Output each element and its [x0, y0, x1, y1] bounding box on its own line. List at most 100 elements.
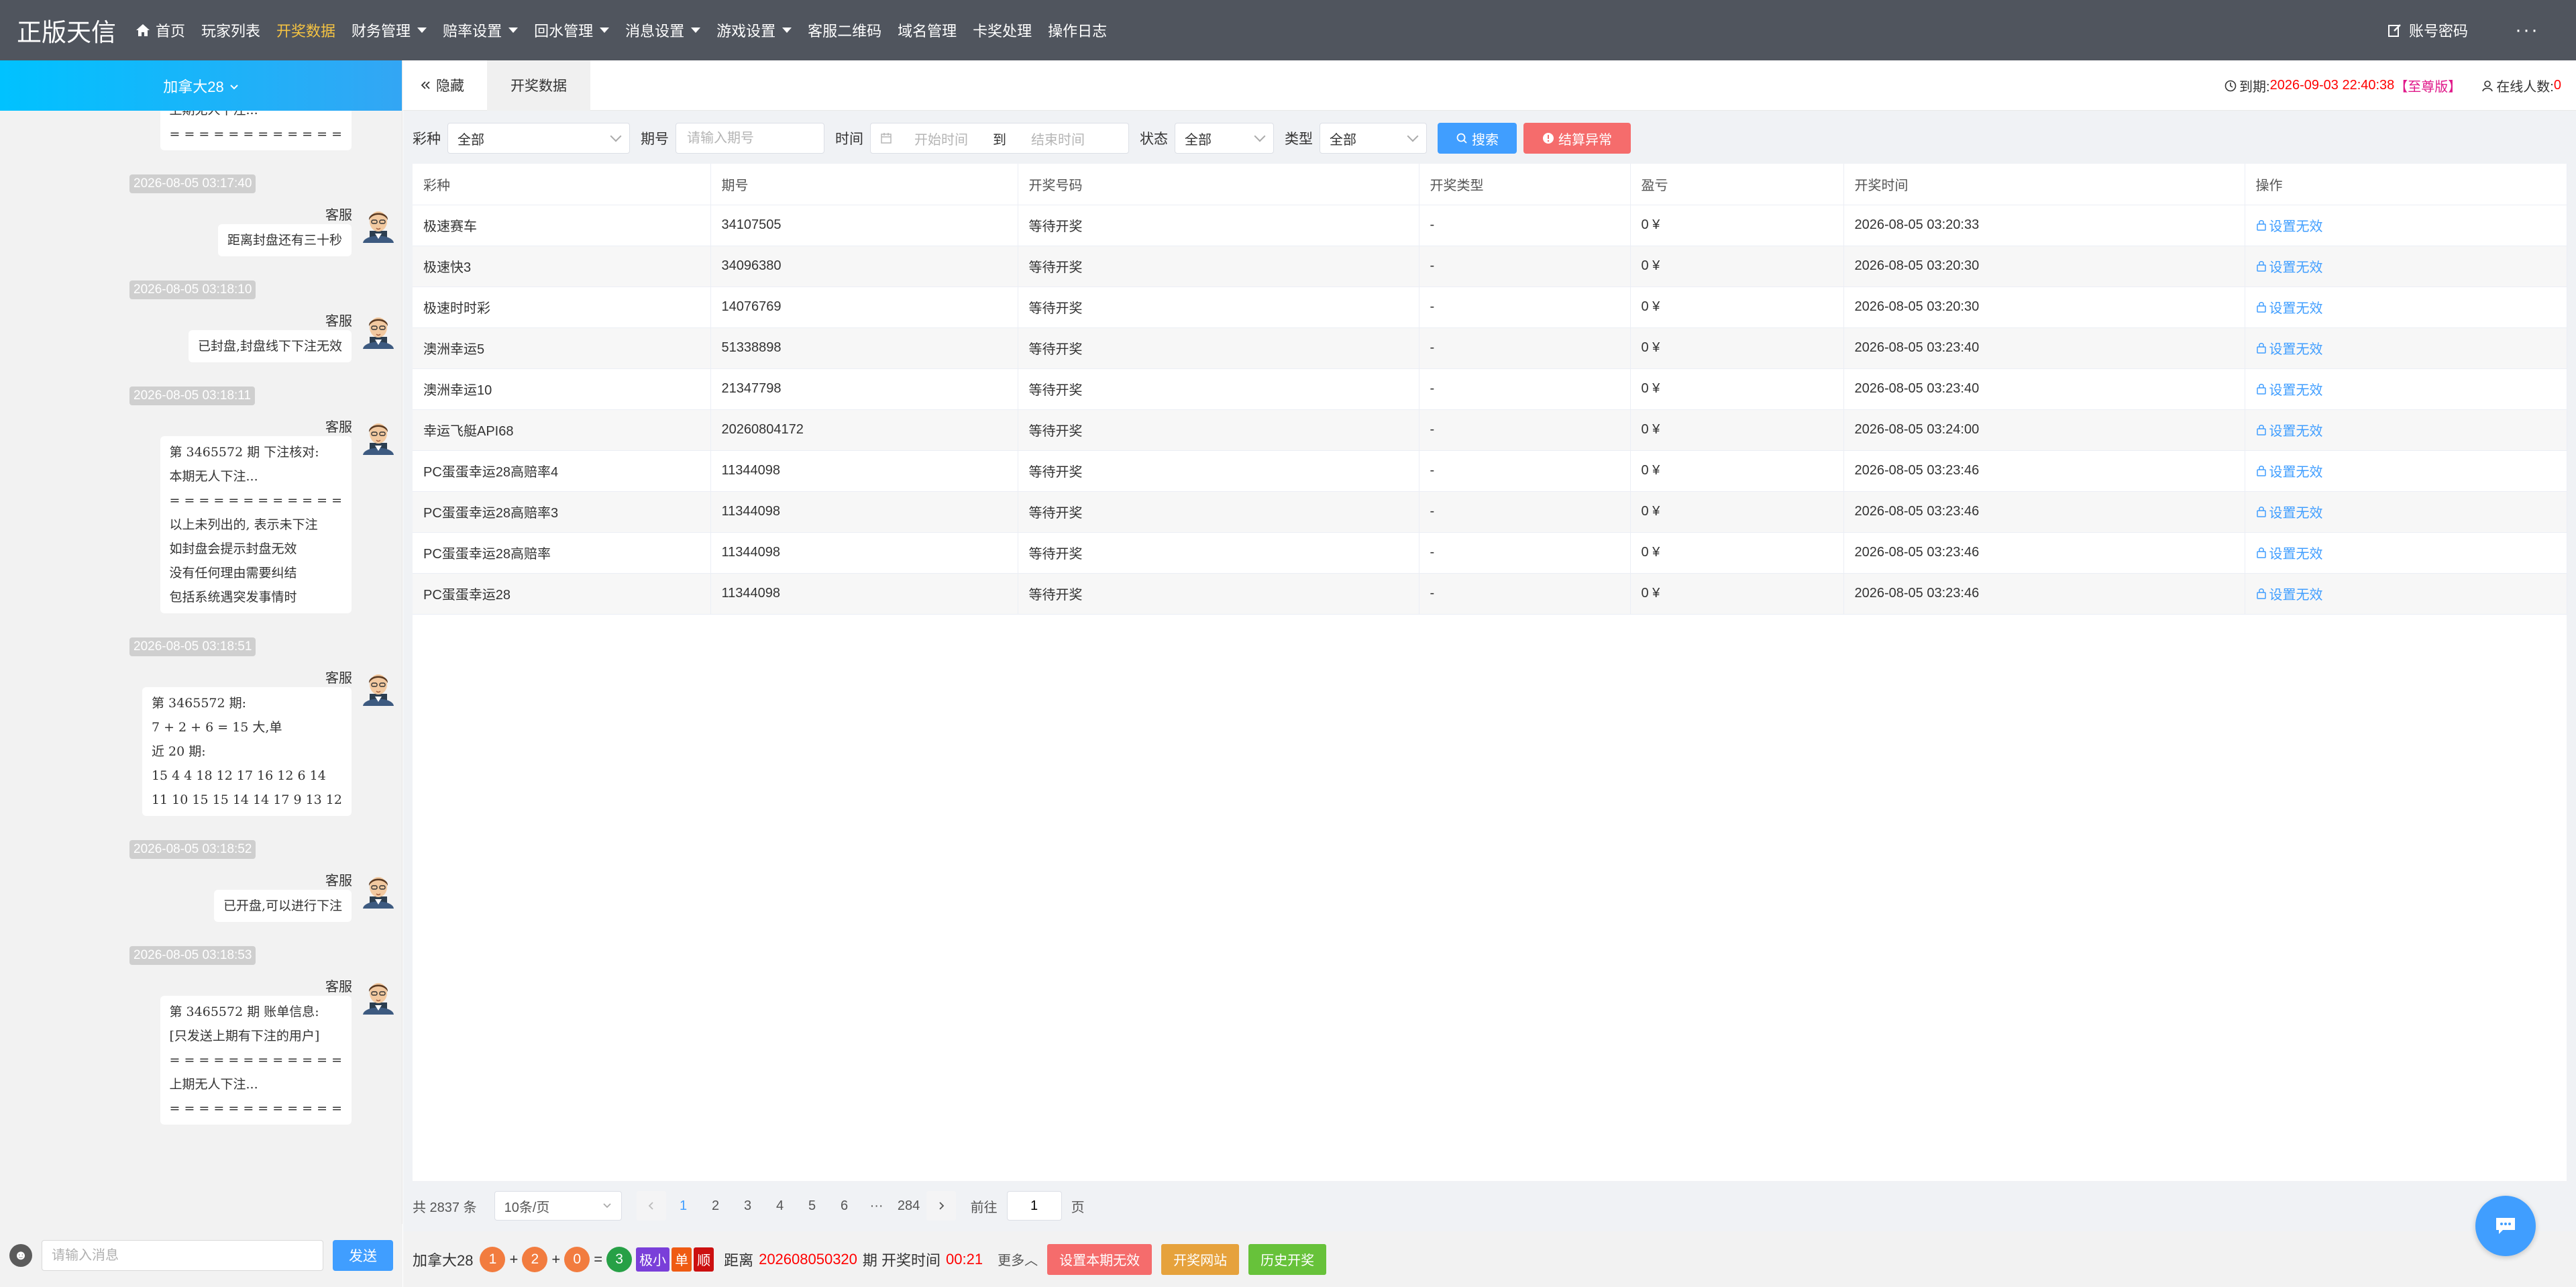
- chevron-down-icon: [229, 77, 239, 95]
- date-range-picker[interactable]: 开始时间 到 结束时间: [870, 123, 1129, 154]
- nav-item-finance[interactable]: 财务管理: [343, 0, 435, 60]
- state-select[interactable]: 全部: [1175, 123, 1274, 154]
- column-header[interactable]: 操作: [2245, 164, 2567, 205]
- page-number[interactable]: 4: [765, 1191, 795, 1221]
- history-draws-button[interactable]: 历史开奖: [1248, 1243, 1327, 1275]
- caret-down-icon: [417, 28, 427, 33]
- tab-draw-data[interactable]: 开奖数据: [487, 60, 590, 111]
- nav-item-label: 卡奖处理: [973, 23, 1032, 40]
- chat-sender-name: 客服: [325, 874, 352, 888]
- chat-bubble-line: 包括系统遇突发事情时: [169, 590, 297, 605]
- set-invalid-link[interactable]: 设置无效: [2256, 297, 2323, 317]
- nav-item-games[interactable]: 游戏设置: [708, 0, 800, 60]
- chat-message-list[interactable]: 上期无人下注... = = = = = = = = = = = = 2026-08-…: [0, 111, 402, 1225]
- emoji-icon[interactable]: ☻: [9, 1244, 32, 1267]
- column-header[interactable]: 开奖号码: [1018, 164, 1419, 205]
- nav-item-rebate[interactable]: 回水管理: [526, 0, 617, 60]
- chat-bubble-line: 没有任何理由需要纠结: [169, 566, 297, 580]
- end-time-input[interactable]: 结束时间: [1021, 129, 1095, 148]
- table-cell: 0 ¥: [1630, 573, 1844, 615]
- table-row: PC蛋蛋幸运28高赔率3 11344098 等待开奖 -0 ¥2026-08-05 0…: [413, 491, 2567, 533]
- search-button-label: 搜索: [1472, 132, 1499, 148]
- page-number[interactable]: 5: [798, 1191, 827, 1221]
- table-cell: 设置无效: [2245, 409, 2567, 451]
- nav-item-messages[interactable]: 消息设置: [617, 0, 708, 60]
- next-page-button[interactable]: [926, 1191, 956, 1221]
- account-password-link[interactable]: 账号密码: [2387, 19, 2468, 41]
- nav-item-home[interactable]: 首页: [127, 0, 193, 60]
- table-cell: 20260804172: [710, 409, 1018, 451]
- nav-item-domains[interactable]: 域名管理: [890, 0, 965, 60]
- chat-bubble-line: 以上未列出的, 表示未下注: [169, 517, 318, 532]
- chat-bubble-line: 15 4 4 18 12 17 16 12 6 14: [151, 768, 326, 783]
- table-row: 极速快3 34096380 等待开奖 -0 ¥2026-08-05 03:20:30 设…: [413, 246, 2567, 287]
- hide-sidebar-button[interactable]: 隐藏: [403, 60, 487, 111]
- set-invalid-link[interactable]: 设置无效: [2256, 256, 2323, 276]
- more-pages-ellipsis[interactable]: ···: [862, 1191, 892, 1221]
- nav-item-odds[interactable]: 赔率设置: [435, 0, 526, 60]
- avatar: [359, 204, 398, 243]
- nav-item-stuck-draws[interactable]: 卡奖处理: [965, 0, 1040, 60]
- avatar: [359, 416, 398, 455]
- period-input[interactable]: [676, 123, 824, 154]
- settlement-abnormal-button[interactable]: 结算异常: [1523, 123, 1631, 154]
- table-cell: 设置无效: [2245, 205, 2567, 246]
- table-cell: 等待开奖: [1018, 205, 1419, 246]
- more-toggle[interactable]: 更多︿: [998, 1249, 1038, 1269]
- lock-icon: [2256, 302, 2266, 313]
- table-cell: 2026-08-05 03:23:40: [1843, 368, 2245, 410]
- nav-item-logs[interactable]: 操作日志: [1040, 0, 1115, 60]
- search-button[interactable]: 搜索: [1438, 123, 1517, 154]
- top-nav: 正版天信 首页 玩家列表 开奖数据 财务管理 赔率设置 回水管理 消息设置 游戏…: [0, 0, 2576, 60]
- send-button[interactable]: 发送: [333, 1240, 393, 1271]
- set-invalid-link[interactable]: 设置无效: [2256, 543, 2323, 562]
- draw-website-button[interactable]: 开奖网站: [1161, 1243, 1240, 1275]
- chat-room-selector[interactable]: 加拿大28: [0, 60, 402, 111]
- page-size-select[interactable]: 10条/页: [494, 1191, 622, 1221]
- chat-bubble: 距离封盘还有三十秒: [217, 224, 352, 256]
- goto-page-input[interactable]: [1006, 1191, 1062, 1221]
- table-cell: 2026-08-05 03:23:46: [1843, 491, 2245, 533]
- table-row: 幸运飞艇API68 20260804172 等待开奖 -0 ¥2026-08-05 0…: [413, 409, 2567, 451]
- column-header[interactable]: 开奖时间: [1843, 164, 2245, 205]
- lottery-select[interactable]: 全部: [447, 123, 630, 154]
- set-invalid-link[interactable]: 设置无效: [2256, 420, 2323, 440]
- set-invalid-link[interactable]: 设置无效: [2256, 584, 2323, 603]
- table-cell: 设置无效: [2245, 573, 2567, 615]
- set-invalid-link[interactable]: 设置无效: [2256, 338, 2323, 358]
- set-period-invalid-button[interactable]: 设置本期无效: [1047, 1243, 1152, 1275]
- nav-item-label: 首页: [156, 23, 186, 40]
- column-header[interactable]: 彩种: [413, 164, 711, 205]
- brand-logo[interactable]: 正版天信: [0, 12, 127, 48]
- column-header[interactable]: 开奖类型: [1419, 164, 1631, 205]
- page-number[interactable]: 3: [733, 1191, 763, 1221]
- start-time-input[interactable]: 开始时间: [904, 129, 978, 148]
- type-select[interactable]: 全部: [1320, 123, 1427, 154]
- nav-item-draw-data[interactable]: 开奖数据: [268, 0, 343, 60]
- set-invalid-link[interactable]: 设置无效: [2256, 379, 2323, 399]
- column-header[interactable]: 盈亏: [1630, 164, 1844, 205]
- nav-item-qrcode[interactable]: 客服二维码: [800, 0, 890, 60]
- set-invalid-link[interactable]: 设置无效: [2256, 215, 2323, 235]
- double-chevron-left-icon: [420, 81, 431, 90]
- page-number[interactable]: 1: [669, 1191, 698, 1221]
- chat-timestamp: 2026-08-05 03:18:10: [129, 280, 256, 299]
- more-menu-icon[interactable]: ···: [2515, 19, 2539, 42]
- floating-chat-button[interactable]: [2475, 1196, 2536, 1256]
- nav-item-players[interactable]: 玩家列表: [193, 0, 268, 60]
- set-invalid-label: 设置无效: [2269, 464, 2323, 480]
- page-number[interactable]: 2: [701, 1191, 731, 1221]
- table-cell: 澳洲幸运10: [413, 368, 711, 410]
- set-invalid-link[interactable]: 设置无效: [2256, 461, 2323, 480]
- range-separator: 到: [993, 132, 1006, 148]
- nav-item-label: 域名管理: [898, 23, 957, 40]
- chat-bubble: 上期无人下注... = = = = = = = = = = = =: [160, 111, 352, 150]
- page-number[interactable]: 284: [894, 1191, 924, 1221]
- table-cell: PC蛋蛋幸运28: [413, 573, 711, 615]
- message-input[interactable]: [42, 1240, 323, 1271]
- table-cell: 设置无效: [2245, 450, 2567, 492]
- set-invalid-link[interactable]: 设置无效: [2256, 502, 2323, 521]
- page-number[interactable]: 6: [830, 1191, 859, 1221]
- column-header[interactable]: 期号: [710, 164, 1018, 205]
- prev-page-button[interactable]: [636, 1191, 666, 1221]
